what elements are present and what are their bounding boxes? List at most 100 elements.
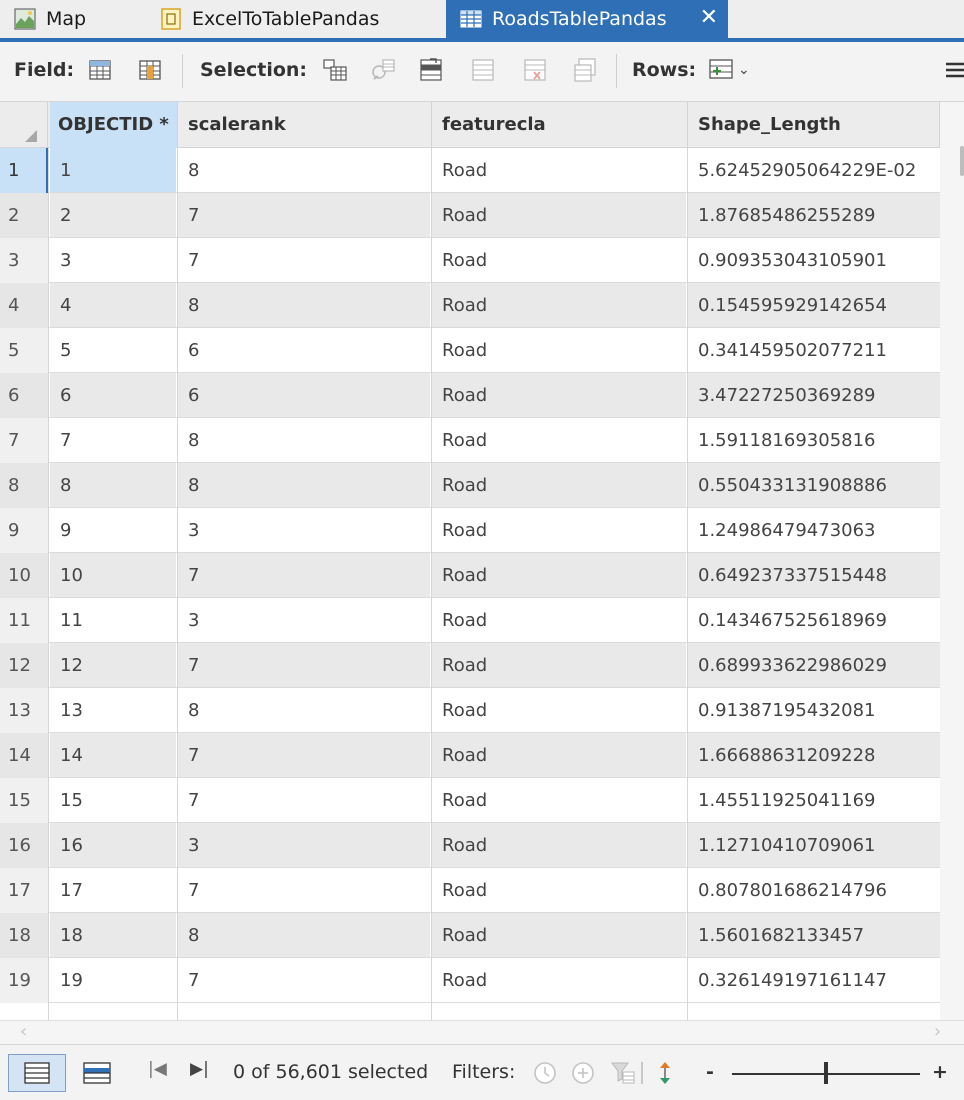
- row-number[interactable]: 7: [0, 418, 48, 463]
- hamburger-menu-icon[interactable]: [944, 57, 964, 83]
- table-row[interactable]: 11 11 3 Road 0.143467525618969: [0, 598, 940, 643]
- table-row[interactable]: 6 6 6 Road 3.47227250369289: [0, 373, 940, 418]
- cell-objectid[interactable]: 11: [50, 598, 176, 643]
- cell-featurecla[interactable]: Road: [432, 913, 686, 958]
- cell-objectid[interactable]: 3: [50, 238, 176, 283]
- column-header-featurecla[interactable]: featurecla: [432, 102, 688, 148]
- cell-objectid[interactable]: 4: [50, 283, 176, 328]
- scroll-right-icon[interactable]: ›: [934, 1021, 941, 1043]
- cell-shape-length[interactable]: 1.87685486255289: [688, 193, 940, 238]
- cell-shape-length[interactable]: 0.807801686214796: [688, 868, 940, 913]
- cell-scalerank[interactable]: 8: [178, 688, 430, 733]
- cell-scalerank[interactable]: 7: [178, 868, 430, 913]
- show-all-records-button[interactable]: [8, 1054, 66, 1092]
- cell-shape-length[interactable]: 0.550433131908886: [688, 463, 940, 508]
- cell-scalerank[interactable]: 7: [178, 193, 430, 238]
- cell-objectid[interactable]: 18: [50, 913, 176, 958]
- cell-featurecla[interactable]: Road: [432, 193, 686, 238]
- cell-shape-length[interactable]: 0.154595929142654: [688, 283, 940, 328]
- cell-objectid[interactable]: 13: [50, 688, 176, 733]
- cell-scalerank[interactable]: 8: [178, 463, 430, 508]
- row-number[interactable]: 10: [0, 553, 48, 598]
- column-header-scalerank[interactable]: scalerank: [178, 102, 432, 148]
- cell-scalerank[interactable]: 7: [178, 553, 430, 598]
- cell-shape-length[interactable]: 5.62452905064229E-02: [688, 148, 940, 193]
- row-number[interactable]: 13: [0, 688, 48, 733]
- row-number[interactable]: 12: [0, 643, 48, 688]
- cell-scalerank[interactable]: 8: [178, 418, 430, 463]
- cell-shape-length[interactable]: 1.66688631209228: [688, 733, 940, 778]
- cell-featurecla[interactable]: Road: [432, 238, 686, 283]
- row-number[interactable]: 17: [0, 868, 48, 913]
- cell-objectid[interactable]: 16: [50, 823, 176, 868]
- cell-scalerank[interactable]: 8: [178, 283, 430, 328]
- column-header-objectid[interactable]: OBJECTID *: [50, 102, 178, 148]
- chevron-down-icon[interactable]: ⌄: [738, 57, 756, 83]
- horizontal-scrollbar[interactable]: ‹ ›: [0, 1020, 964, 1044]
- row-number[interactable]: 18: [0, 913, 48, 958]
- cell-shape-length[interactable]: 0.689933622986029: [688, 643, 940, 688]
- cell-featurecla[interactable]: Road: [432, 958, 686, 1003]
- table-row[interactable]: 19 19 7 Road 0.326149197161147: [0, 958, 940, 1003]
- column-header-shape-length[interactable]: Shape_Length: [688, 102, 940, 148]
- cell-shape-length[interactable]: 1.59118169305816: [688, 418, 940, 463]
- table-row[interactable]: 1 1 8 Road 5.62452905064229E-02: [0, 148, 940, 193]
- switch-selection-icon[interactable]: [418, 57, 444, 83]
- cell-shape-length[interactable]: 0.909353043105901: [688, 238, 940, 283]
- cell-scalerank[interactable]: 3: [178, 508, 430, 553]
- cell-scalerank[interactable]: 7: [178, 778, 430, 823]
- table-row[interactable]: 4 4 8 Road 0.154595929142654: [0, 283, 940, 328]
- row-number[interactable]: 9: [0, 508, 48, 553]
- tab-roads-table-pandas[interactable]: RoadsTablePandas ✕: [446, 0, 728, 38]
- cell-objectid[interactable]: 2: [50, 193, 176, 238]
- cell-objectid[interactable]: 8: [50, 463, 176, 508]
- table-row[interactable]: 17 17 7 Road 0.807801686214796: [0, 868, 940, 913]
- add-row-icon[interactable]: [708, 57, 734, 83]
- cell-scalerank[interactable]: 7: [178, 238, 430, 283]
- table-row[interactable]: 10 10 7 Road 0.649237337515448: [0, 553, 940, 598]
- cell-shape-length[interactable]: 0.91387195432081: [688, 688, 940, 733]
- cell-featurecla[interactable]: Road: [432, 283, 686, 328]
- cell-scalerank[interactable]: 8: [178, 148, 430, 193]
- cell-objectid[interactable]: 9: [50, 508, 176, 553]
- close-icon[interactable]: ✕: [700, 6, 718, 30]
- table-row[interactable]: 14 14 7 Road 1.66688631209228: [0, 733, 940, 778]
- cell-objectid[interactable]: 10: [50, 553, 176, 598]
- table-row[interactable]: 13 13 8 Road 0.91387195432081: [0, 688, 940, 733]
- table-row[interactable]: 8 8 8 Road 0.550433131908886: [0, 463, 940, 508]
- cell-featurecla[interactable]: Road: [432, 643, 686, 688]
- cell-shape-length[interactable]: 3.47227250369289: [688, 373, 940, 418]
- tab-map[interactable]: Map: [14, 0, 86, 38]
- select-all-corner[interactable]: [0, 102, 48, 148]
- row-number[interactable]: 14: [0, 733, 48, 778]
- cell-objectid[interactable]: 12: [50, 643, 176, 688]
- last-record-icon[interactable]: ▶|: [190, 1059, 209, 1079]
- calculate-field-icon[interactable]: [138, 57, 164, 83]
- cell-objectid[interactable]: 14: [50, 733, 176, 778]
- cell-scalerank[interactable]: 8: [178, 913, 430, 958]
- cell-shape-length[interactable]: 1.5601682133457: [688, 913, 940, 958]
- vertical-scrollbar[interactable]: [940, 102, 964, 1020]
- cell-objectid[interactable]: 7: [50, 418, 176, 463]
- table-row[interactable]: 16 16 3 Road 1.12710410709061: [0, 823, 940, 868]
- cell-shape-length[interactable]: 1.12710410709061: [688, 823, 940, 868]
- cell-featurecla[interactable]: Road: [432, 733, 686, 778]
- cell-scalerank[interactable]: 7: [178, 733, 430, 778]
- table-row[interactable]: 9 9 3 Road 1.24986479473063: [0, 508, 940, 553]
- table-row[interactable]: 5 5 6 Road 0.341459502077211: [0, 328, 940, 373]
- table-row[interactable]: 12 12 7 Road 0.689933622986029: [0, 643, 940, 688]
- tab-excel-to-table-pandas[interactable]: ExcelToTablePandas: [160, 0, 379, 38]
- sort-arrows-icon[interactable]: [656, 1060, 674, 1086]
- table-row[interactable]: 2 2 7 Road 1.87685486255289: [0, 193, 940, 238]
- cell-scalerank[interactable]: 6: [178, 373, 430, 418]
- row-number[interactable]: 2: [0, 193, 48, 238]
- row-number[interactable]: 6: [0, 373, 48, 418]
- cell-featurecla[interactable]: Road: [432, 463, 686, 508]
- scroll-left-icon[interactable]: ‹: [20, 1021, 27, 1043]
- cell-scalerank[interactable]: 3: [178, 823, 430, 868]
- cell-scalerank[interactable]: 6: [178, 328, 430, 373]
- cell-objectid[interactable]: 15: [50, 778, 176, 823]
- row-number[interactable]: 8: [0, 463, 48, 508]
- row-number[interactable]: 1: [0, 148, 48, 193]
- cell-featurecla[interactable]: Road: [432, 868, 686, 913]
